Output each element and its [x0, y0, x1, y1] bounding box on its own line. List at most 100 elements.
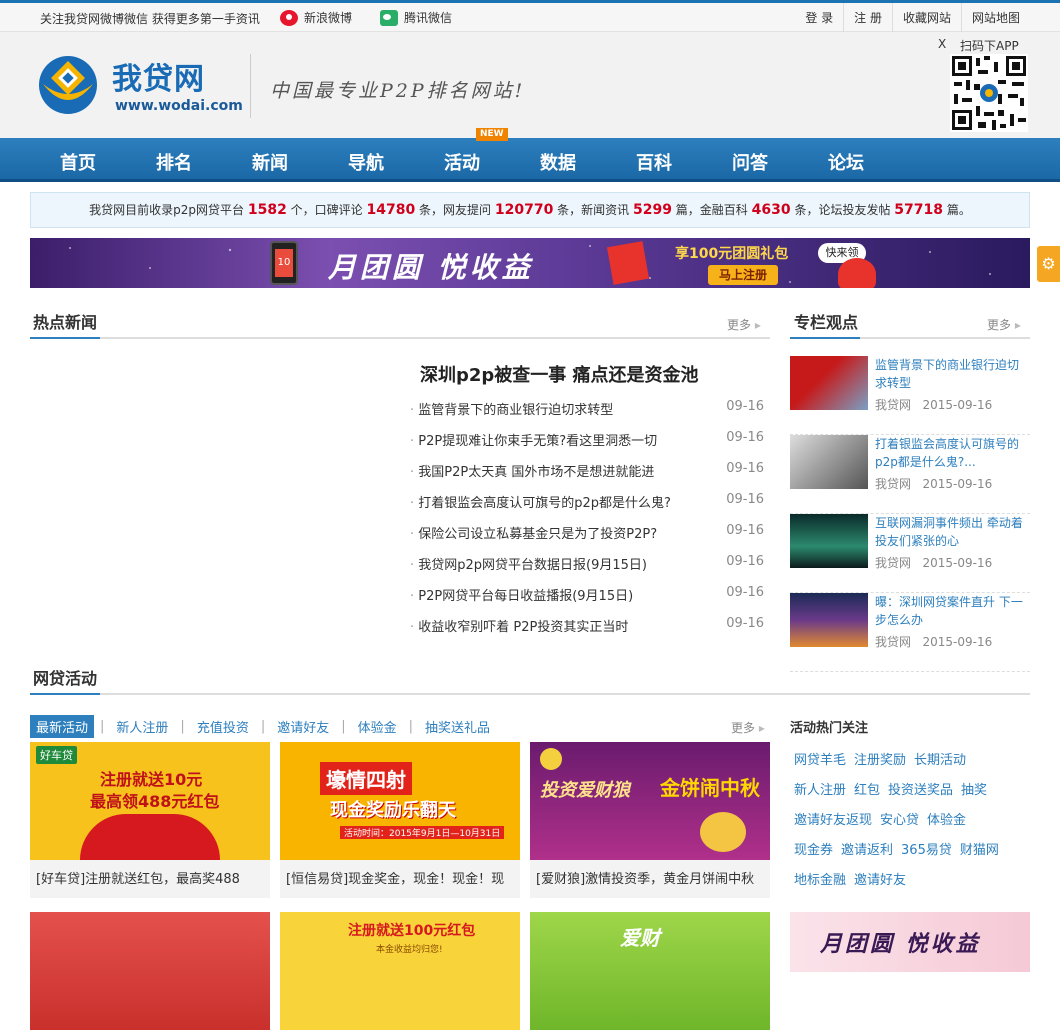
hot-tag[interactable]: 365易贷 [901, 843, 952, 858]
column-item[interactable]: 打着银监会高度认可旗号的p2p都是什么鬼?... 我贷网 2015-09-16 [790, 435, 1030, 514]
news-item[interactable]: 我国P2P太天真 国外市场不是想进就能进 09-16 [410, 461, 764, 480]
tab-lottery[interactable]: 抽奖送礼品 [419, 715, 496, 738]
news-item[interactable]: 打着银监会高度认可旗号的p2p都是什么鬼? 09-16 [410, 492, 764, 511]
news-title[interactable]: 收益收窄别吓着 P2P投资其实正当时 [410, 616, 628, 635]
platform-count: 1582 [247, 202, 287, 218]
news-item[interactable]: P2P提现难让你束手无策?看这里洞悉一切 09-16 [410, 430, 764, 449]
activity-card[interactable]: 好车贷 注册就送10元 最高领488元红包 [好车贷]注册就送红包，最高奖488 [30, 742, 270, 898]
red-envelope-icon [606, 241, 650, 285]
activity-caption[interactable]: [好车贷]注册就送红包，最高奖488 [30, 860, 270, 898]
gear-icon[interactable]: ⚙ [1037, 246, 1060, 282]
nav-news[interactable]: 新闻 [240, 149, 300, 175]
nav-data[interactable]: 数据 [528, 149, 588, 175]
activity-card[interactable]: 注册就送100元红包 本金收益均归您! [280, 912, 520, 1030]
hot-tag[interactable]: 网贷羊毛 [794, 753, 846, 768]
weibo-link[interactable]: 新浪微博 [280, 9, 352, 26]
news-item[interactable]: 监管背景下的商业银行迫切求转型 09-16 [410, 399, 764, 418]
bookmark-link[interactable]: 收藏网站 [891, 3, 961, 32]
nav-ranking[interactable]: 排名 [144, 149, 204, 175]
activity-caption[interactable]: [恒信易贷]现金奖金，现金！现金！现 [280, 860, 520, 898]
news-title[interactable]: P2P网贷平台每日收益播报(9月15日) [410, 585, 633, 604]
weibo-icon [280, 9, 298, 26]
logo-icon[interactable] [37, 54, 99, 116]
register-link[interactable]: 注 册 [843, 3, 892, 32]
news-title[interactable]: 我国P2P太天真 国外市场不是想进就能进 [410, 461, 654, 480]
card-subline: 现金奖励乐翻天 [330, 800, 456, 821]
weixin-link[interactable]: 腾讯微信 [380, 9, 452, 26]
hot-tag[interactable]: 安心贷 [880, 813, 919, 828]
hot-tag[interactable]: 抽奖 [961, 783, 987, 798]
column-item[interactable]: 曝：深圳网贷案件直升 下一步怎么办 我贷网 2015-09-16 [790, 593, 1030, 672]
card-headline: 爱财 [620, 926, 660, 950]
nav-forum[interactable]: 论坛 [816, 149, 876, 175]
hot-news-more-link[interactable]: 更多 [727, 316, 761, 333]
column-title[interactable]: 互联网漏洞事件频出 牵动着投友们紧张的心 [875, 514, 1027, 550]
nav-wiki[interactable]: 百科 [624, 149, 684, 175]
column-more-link[interactable]: 更多 [987, 316, 1021, 333]
activity-card[interactable]: 爱财 [530, 912, 770, 1030]
news-title[interactable]: 保险公司设立私募基金只是为了投资P2P? [410, 523, 657, 542]
follow-notice: 关注我贷网微博微信 获得更多第一手资讯 [40, 12, 260, 26]
hot-tag[interactable]: 现金券 [794, 843, 833, 858]
sitemap-link[interactable]: 网站地图 [960, 3, 1030, 32]
hot-tag[interactable]: 邀请返利 [841, 843, 893, 858]
hot-tag[interactable]: 邀请好友返现 [794, 813, 872, 828]
hot-tag[interactable]: 注册奖励 [854, 753, 906, 768]
lead-news-title[interactable]: 深圳p2p被查一事 痛点还是资金池 [420, 361, 699, 387]
news-title[interactable]: 打着银监会高度认可旗号的p2p都是什么鬼? [410, 492, 671, 511]
column-thumbnail[interactable] [790, 356, 868, 410]
activity-card[interactable] [30, 912, 270, 1030]
hot-tag[interactable]: 财猫网 [960, 843, 999, 858]
column-date: 2015-09-16 [922, 556, 993, 570]
hot-tag[interactable]: 红包 [854, 783, 880, 798]
banner-title: 月团圆 悦收益 [328, 251, 534, 284]
activity-card[interactable]: 投资爱财狼 金饼闹中秋 [爱财狼]激情投资季，黄金月饼闹中秋 [530, 742, 770, 898]
activity-tabs: 最新活动 | 新人注册 | 充值投资 | 邀请好友 | 体验金 | 抽奖送礼品 [30, 714, 768, 738]
nav-qa[interactable]: 问答 [720, 149, 780, 175]
news-title[interactable]: 监管背景下的商业银行迫切求转型 [410, 399, 613, 418]
activity-image: 爱财 [530, 912, 770, 1030]
news-item[interactable]: 收益收窄别吓着 P2P投资其实正当时 09-16 [410, 616, 764, 635]
column-item[interactable]: 互联网漏洞事件频出 牵动着投友们紧张的心 我贷网 2015-09-16 [790, 514, 1030, 593]
side-promo-banner[interactable]: 月团圆 悦收益 [790, 912, 1030, 972]
stats-text: 篇，金融百科 [675, 203, 748, 217]
hot-tag[interactable]: 地标金融 [794, 873, 846, 888]
column-title[interactable]: 曝：深圳网贷案件直升 下一步怎么办 [875, 593, 1027, 629]
news-date: 09-16 [726, 399, 764, 414]
activity-caption[interactable]: [爱财狼]激情投资季，黄金月饼闹中秋 [530, 860, 770, 898]
column-source: 我贷网 [875, 477, 912, 491]
news-title[interactable]: P2P提现难让你束手无策?看这里洞悉一切 [410, 430, 657, 449]
nav-activity[interactable]: 活动 [432, 149, 492, 175]
column-title[interactable]: 监管背景下的商业银行迫切求转型 [875, 356, 1027, 392]
activity-card[interactable]: 壕情四射 现金奖励乐翻天 活动时间：2015年9月1日—10月31日 [恒信易贷… [280, 742, 520, 898]
tab-new-user[interactable]: 新人注册 [110, 715, 174, 738]
activity-more-link[interactable]: 更多 [731, 719, 765, 736]
banner-register-button[interactable]: 马上注册 [708, 265, 778, 285]
column-thumbnail[interactable] [790, 514, 868, 568]
nav-navigation[interactable]: 导航 [336, 149, 396, 175]
hot-tag[interactable]: 长期活动 [914, 753, 966, 768]
news-title[interactable]: 我贷网p2p网贷平台数据日报(9月15日) [410, 554, 647, 573]
column-thumbnail[interactable] [790, 435, 868, 489]
nav-home[interactable]: 首页 [48, 149, 108, 175]
column-title[interactable]: 打着银监会高度认可旗号的p2p都是什么鬼?... [875, 435, 1027, 471]
news-item[interactable]: P2P网贷平台每日收益播报(9月15日) 09-16 [410, 585, 764, 604]
hot-tag[interactable]: 新人注册 [794, 783, 846, 798]
hot-tag[interactable]: 投资送奖品 [888, 783, 953, 798]
news-item[interactable]: 我贷网p2p网贷平台数据日报(9月15日) 09-16 [410, 554, 764, 573]
logo-text[interactable]: 我贷网 [112, 54, 205, 98]
qr-close-button[interactable]: X [938, 37, 946, 51]
banner-gift-text: 享100元团圆礼包 [675, 246, 789, 262]
tab-deposit[interactable]: 充值投资 [191, 715, 255, 738]
column-item[interactable]: 监管背景下的商业银行迫切求转型 我贷网 2015-09-16 [790, 356, 1030, 435]
promo-banner[interactable]: 10 月团圆 悦收益 享100元团圆礼包 马上注册 快来领 [30, 238, 1030, 288]
login-link[interactable]: 登 录 [795, 3, 843, 32]
news-item[interactable]: 保险公司设立私募基金只是为了投资P2P? 09-16 [410, 523, 764, 542]
hot-tag[interactable]: 体验金 [927, 813, 966, 828]
hot-tag[interactable]: 邀请好友 [854, 873, 906, 888]
column-thumbnail[interactable] [790, 593, 868, 647]
tab-trial-fund[interactable]: 体验金 [352, 715, 403, 738]
tab-invite[interactable]: 邀请好友 [271, 715, 335, 738]
tab-latest[interactable]: 最新活动 [30, 714, 95, 738]
question-count: 120770 [494, 202, 554, 218]
